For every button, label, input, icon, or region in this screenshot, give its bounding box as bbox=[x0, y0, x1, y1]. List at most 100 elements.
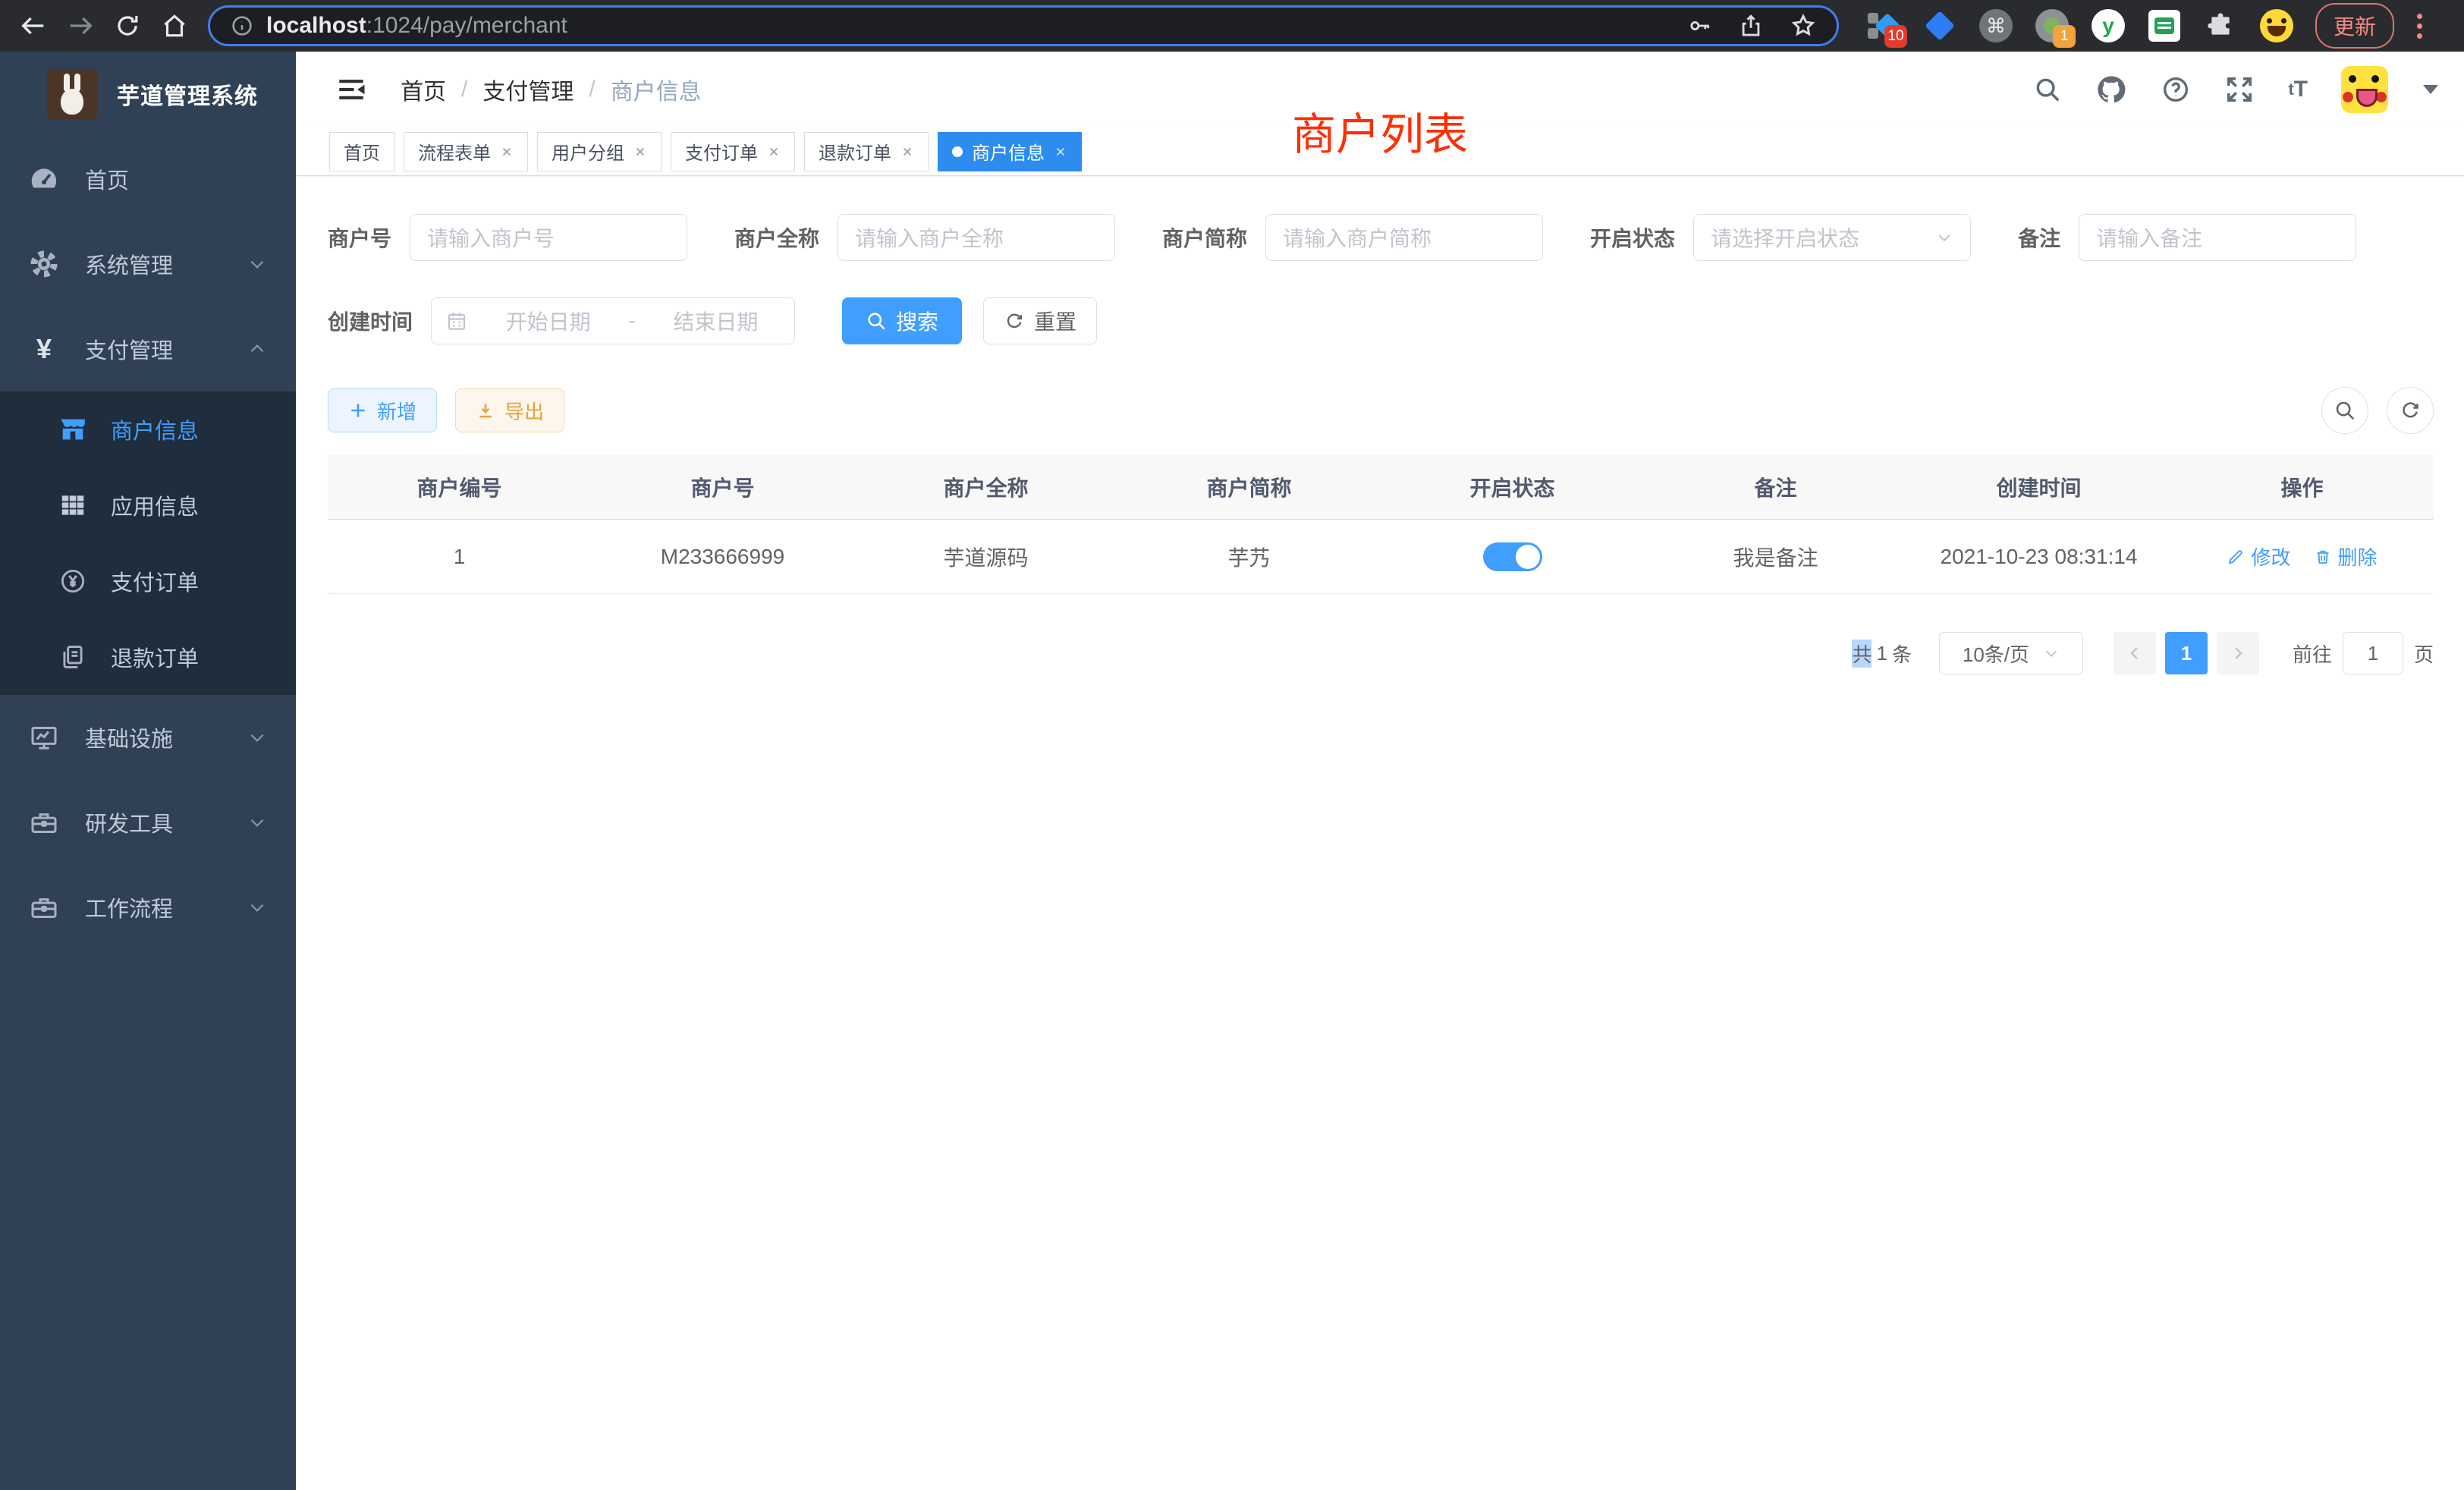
page-number-button[interactable]: 1 bbox=[2165, 632, 2208, 674]
column-header: 备注 bbox=[1644, 472, 1907, 502]
filter-status: 开启状态 请选择开启状态 bbox=[1590, 214, 1971, 261]
close-icon[interactable] bbox=[900, 145, 914, 159]
monitor-icon bbox=[27, 722, 61, 753]
home-button[interactable] bbox=[155, 6, 194, 46]
app-logo[interactable]: 芋道管理系统 bbox=[0, 52, 296, 137]
plus-icon bbox=[348, 401, 368, 420]
status-toggle[interactable] bbox=[1483, 542, 1542, 571]
tab-refund-order[interactable]: 退款订单 bbox=[804, 132, 929, 171]
sidebar-item-label: 研发工具 bbox=[85, 806, 173, 838]
search-button[interactable]: 搜索 bbox=[842, 297, 962, 344]
full-name-input[interactable]: 请输入商户全称 bbox=[838, 214, 1115, 261]
sidebar-item-pay-order[interactable]: 支付订单 bbox=[0, 543, 296, 619]
goto-page-input[interactable]: 1 bbox=[2343, 632, 2403, 674]
url-path: :1024/pay/merchant bbox=[366, 13, 567, 39]
remark-input[interactable]: 请输入备注 bbox=[2079, 214, 2356, 261]
table-toolbar: 新增 导出 bbox=[328, 387, 2434, 434]
goto-page: 前往 1 页 bbox=[2293, 632, 2434, 674]
fullscreen-icon[interactable] bbox=[2224, 74, 2255, 105]
download-icon bbox=[476, 401, 495, 420]
browser-menu-icon[interactable] bbox=[2409, 14, 2430, 39]
toggle-search-button[interactable] bbox=[2321, 387, 2368, 434]
extension-y-icon[interactable]: y bbox=[2091, 8, 2126, 43]
tab-home[interactable]: 首页 bbox=[329, 132, 394, 171]
sidebar-item-app-info[interactable]: 应用信息 bbox=[0, 467, 296, 543]
page-body: 商户号 请输入商户号 商户全称 请输入商户全称 商户简称 bbox=[296, 176, 2464, 674]
add-button[interactable]: 新增 bbox=[328, 388, 437, 432]
help-icon[interactable] bbox=[2161, 74, 2191, 105]
date-separator: - bbox=[628, 309, 635, 333]
address-bar[interactable]: localhost :1024/pay/merchant bbox=[208, 5, 1839, 46]
sidebar-toggle-icon[interactable] bbox=[335, 74, 367, 105]
breadcrumb-separator: / bbox=[589, 77, 595, 102]
tab-pay-order[interactable]: 支付订单 bbox=[671, 132, 795, 171]
column-header: 操作 bbox=[2170, 472, 2434, 502]
extensions-puzzle-icon[interactable] bbox=[2203, 8, 2238, 43]
prev-page-button[interactable] bbox=[2114, 632, 2156, 674]
refresh-table-button[interactable] bbox=[2387, 387, 2434, 434]
cell-create-time: 2021-10-23 08:31:14 bbox=[1907, 545, 2170, 569]
next-page-button[interactable] bbox=[2217, 632, 2259, 674]
browser-toolbar: localhost :1024/pay/merchant 10 bbox=[0, 0, 2464, 52]
sidebar-item-home[interactable]: 首页 bbox=[0, 137, 296, 222]
sidebar-item-refund-order[interactable]: 退款订单 bbox=[0, 619, 296, 695]
active-dot bbox=[952, 146, 963, 157]
sidebar-item-label: 支付管理 bbox=[85, 333, 173, 365]
close-icon[interactable] bbox=[633, 145, 647, 159]
field-label: 商户全称 bbox=[734, 222, 819, 253]
tab-user-group[interactable]: 用户分组 bbox=[537, 132, 662, 171]
back-button[interactable] bbox=[14, 6, 53, 46]
sidebar-item-merchant-info[interactable]: 商户信息 bbox=[0, 391, 296, 467]
sidebar-item-label: 应用信息 bbox=[111, 489, 199, 521]
page-size-select[interactable]: 10条/页 bbox=[1939, 632, 2083, 674]
avatar[interactable] bbox=[2341, 66, 2388, 113]
edit-link[interactable]: 修改 bbox=[2227, 542, 2290, 571]
reload-button[interactable] bbox=[108, 6, 147, 46]
column-header: 开启状态 bbox=[1381, 472, 1644, 502]
close-icon[interactable] bbox=[1054, 145, 1067, 159]
extension-badge: 10 bbox=[1884, 25, 1907, 48]
bookmark-star-icon[interactable] bbox=[1790, 12, 1817, 39]
sidebar-item-workflow[interactable]: 工作流程 bbox=[0, 865, 296, 950]
short-name-input[interactable]: 请输入商户简称 bbox=[1265, 214, 1543, 261]
breadcrumb-item[interactable]: 支付管理 bbox=[482, 73, 574, 106]
extension-green-dot-icon[interactable]: 1 bbox=[2035, 8, 2070, 43]
sidebar-item-payment[interactable]: ¥ 支付管理 bbox=[0, 306, 296, 391]
extension-command-icon[interactable]: ⌘ bbox=[1978, 8, 2013, 43]
export-button[interactable]: 导出 bbox=[455, 388, 564, 432]
extension-chat-icon[interactable] bbox=[2147, 8, 2182, 43]
forward-button[interactable] bbox=[61, 6, 100, 46]
close-icon[interactable] bbox=[500, 145, 514, 159]
sidebar-item-infrastructure[interactable]: 基础设施 bbox=[0, 695, 296, 780]
extension-blue-diamond-icon[interactable]: 10 bbox=[1866, 8, 1901, 43]
tab-merchant-info[interactable]: 商户信息 bbox=[938, 132, 1082, 171]
table-row: 1 M233666999 芋道源码 芋艿 我是备注 2021-10-23 08:… bbox=[328, 520, 2434, 594]
status-select[interactable]: 请选择开启状态 bbox=[1693, 214, 1971, 261]
sidebar-item-dev-tools[interactable]: 研发工具 bbox=[0, 780, 296, 865]
password-key-icon[interactable] bbox=[1686, 13, 1712, 39]
tab-label: 支付订单 bbox=[685, 138, 758, 165]
font-size-icon[interactable]: ttTT bbox=[2288, 77, 2308, 102]
tab-process-form[interactable]: 流程表单 bbox=[404, 132, 528, 171]
breadcrumb-item[interactable]: 首页 bbox=[401, 73, 446, 106]
reset-button[interactable]: 重置 bbox=[983, 297, 1097, 344]
search-icon[interactable] bbox=[2033, 75, 2062, 104]
info-icon[interactable] bbox=[230, 14, 254, 38]
extension-emoji-icon[interactable] bbox=[2259, 8, 2294, 43]
delete-link[interactable]: 删除 bbox=[2314, 542, 2378, 571]
chevron-down-icon[interactable] bbox=[2423, 85, 2438, 94]
date-range-input[interactable]: 开始日期 - 结束日期 bbox=[431, 297, 795, 344]
column-header: 商户简称 bbox=[1117, 472, 1381, 502]
merchant-no-input[interactable]: 请输入商户号 bbox=[410, 214, 687, 261]
browser-update-button[interactable]: 更新 bbox=[2315, 3, 2394, 49]
yen-icon: ¥ bbox=[27, 333, 61, 365]
sidebar-item-system[interactable]: 系统管理 bbox=[0, 222, 296, 306]
chevron-down-icon bbox=[2043, 645, 2060, 662]
share-icon[interactable] bbox=[1738, 13, 1764, 39]
github-icon[interactable] bbox=[2095, 74, 2127, 105]
extension-gem-icon[interactable] bbox=[1922, 8, 1957, 43]
field-label: 备注 bbox=[2018, 222, 2060, 253]
chevron-down-icon bbox=[247, 728, 267, 747]
close-icon[interactable] bbox=[767, 145, 781, 159]
tab-label: 退款订单 bbox=[819, 138, 891, 165]
